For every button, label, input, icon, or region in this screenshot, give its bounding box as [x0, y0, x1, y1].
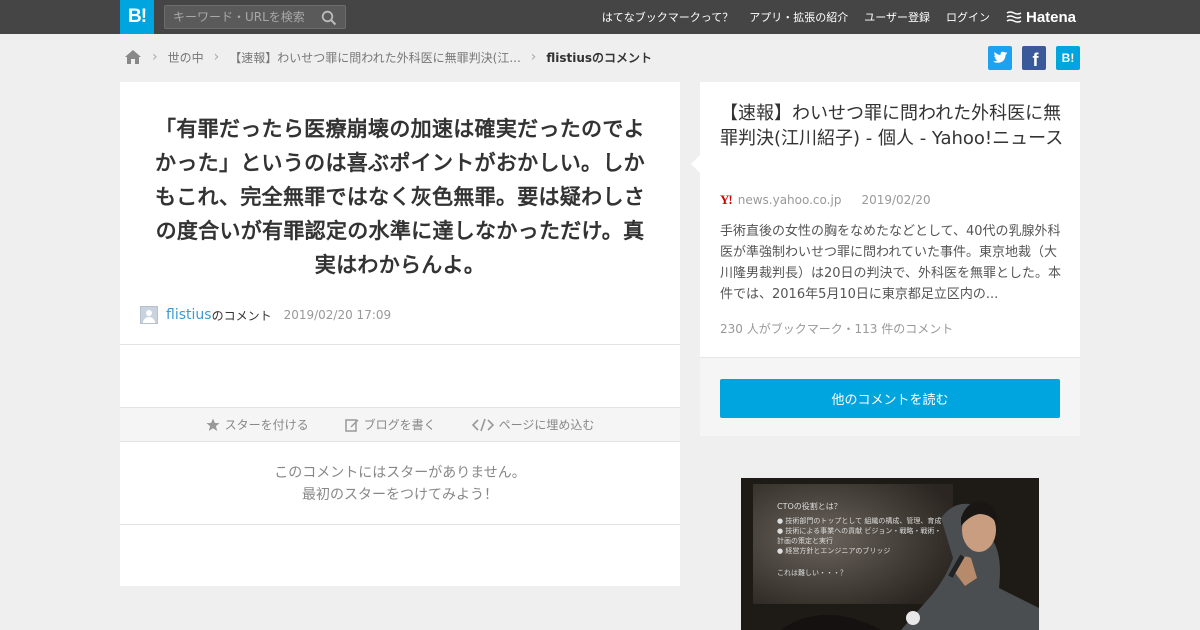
hatena-share-button[interactable]: B! [1056, 46, 1080, 70]
edit-icon [344, 418, 359, 432]
slide-footer: これは難しい・・・？ [777, 569, 847, 577]
slide-line: ● 技術による事業への貢献 ビジョン・戦略・戦術・計画の策定と実行 [777, 527, 942, 545]
hatena-logo-icon [1006, 11, 1022, 23]
write-blog-button[interactable]: ブログを書く [344, 416, 436, 433]
no-stars-line-1: このコメントにはスターがありません。 [274, 465, 526, 481]
comment-text: 「有罪だったら医療崩壊の加速は確実だったのでよかった」というのは喜ぶポイントがお… [154, 117, 646, 277]
star-icon [205, 418, 220, 431]
facebook-icon: f [1032, 49, 1039, 70]
hatena-bookmark-logo[interactable]: B! [120, 0, 154, 34]
comment-date[interactable]: 2019/02/20 17:09 [284, 308, 392, 322]
article-description: 手術直後の女性の胸をなめたなどとして、40代の乳腺外科医が準強制わいせつ罪に問わ… [720, 224, 1062, 302]
breadcrumb-category[interactable]: 世の中 [168, 49, 204, 66]
code-icon [471, 418, 494, 431]
no-stars-message: このコメントにはスターがありません。 最初のスターをつけてみよう！ [120, 462, 680, 506]
hatena-brand[interactable]: Hatena [1006, 8, 1076, 26]
slide-content: CTOの役割とは？ ● 技術部門のトップとして 組織の構成、管理、育成 ● 技術… [777, 502, 947, 578]
write-blog-label: ブログを書く [363, 418, 436, 432]
read-other-comments-button[interactable]: 他のコメントを読む [720, 379, 1060, 418]
breadcrumb: › 世の中 › 【速報】わいせつ罪に問われた外科医に無罪判決(江... › fl… [124, 46, 652, 68]
slide-line: ● 経営方針とエンジニアのブリッジ [777, 547, 891, 555]
presentation-photo[interactable]: CTOの役割とは？ ● 技術部門のトップとして 組織の構成、管理、育成 ● 技術… [741, 478, 1039, 630]
slide-title: CTOの役割とは？ [777, 502, 842, 511]
twitter-icon [992, 51, 1008, 63]
embed-button[interactable]: ページに埋め込む [471, 416, 595, 433]
article-meta: Y! news.yahoo.co.jp 2019/02/20 [720, 192, 931, 208]
nav-about[interactable]: はてなブックマークって？ [602, 9, 733, 25]
comment-actions: スターを付ける ブログを書く ページに埋め込む [120, 407, 680, 442]
top-nav: はてなブックマークって？ アプリ・拡張の紹介 ユーザー登録 ログイン [602, 0, 990, 34]
comment-author-row: flistius のコメント 2019/02/20 17:09 [140, 305, 391, 325]
divider [120, 344, 680, 345]
divider [120, 524, 680, 525]
facebook-share-button[interactable]: f [1022, 46, 1046, 70]
slide-line: ● 技術部門のトップとして 組織の構成、管理、育成 [777, 517, 942, 525]
article-title[interactable]: 【速報】わいせつ罪に問われた外科医に無罪判決(江川紹子) - 個人 - Yaho… [720, 101, 1065, 151]
no-stars-line-2: 最初のスターをつけてみよう！ [302, 487, 498, 503]
add-star-button[interactable]: スターを付ける [205, 416, 309, 433]
nav-apps[interactable]: アプリ・拡張の紹介 [749, 9, 848, 25]
nav-register[interactable]: ユーザー登録 [864, 9, 930, 25]
top-bar: B! はてなブックマークって？ アプリ・拡張の紹介 ユーザー登録 ログイン Ha… [0, 0, 1200, 34]
chevron-right-icon: › [152, 49, 158, 65]
comment-username[interactable]: flistius [166, 307, 212, 323]
yahoo-favicon-icon: Y! [720, 192, 733, 207]
bookmark-stats[interactable]: 230 人がブックマーク・113 件のコメント [720, 320, 953, 337]
search-box[interactable] [164, 5, 346, 29]
card-pointer [691, 155, 700, 173]
comment-card: 「有罪だったら医療崩壊の加速は確実だったのでよかった」というのは喜ぶポイントがお… [120, 82, 680, 586]
article-card: 【速報】わいせつ罪に問われた外科医に無罪判決(江川紹子) - 個人 - Yaho… [691, 82, 1080, 436]
article-date: 2019/02/20 [861, 193, 931, 207]
article-domain[interactable]: news.yahoo.co.jp [738, 193, 842, 207]
search-icon[interactable] [321, 10, 337, 26]
avatar[interactable] [140, 306, 158, 324]
chevron-right-icon: › [530, 49, 537, 65]
home-icon[interactable] [124, 49, 142, 65]
add-star-label: スターを付ける [224, 418, 309, 432]
twitter-share-button[interactable] [988, 46, 1012, 70]
article-card-footer: 他のコメントを読む [700, 357, 1080, 436]
hatena-brand-label: Hatena [1026, 8, 1077, 26]
chevron-right-icon: › [213, 49, 220, 65]
breadcrumb-current: flistiusのコメント [546, 50, 653, 65]
embed-label: ページに埋め込む [498, 418, 595, 432]
breadcrumb-article[interactable]: 【速報】わいせつ罪に問われた外科医に無罪判決(江... [229, 49, 521, 66]
comment-username-suffix: のコメント [211, 308, 272, 323]
search-input[interactable] [173, 10, 313, 24]
nav-login[interactable]: ログイン [946, 9, 990, 25]
